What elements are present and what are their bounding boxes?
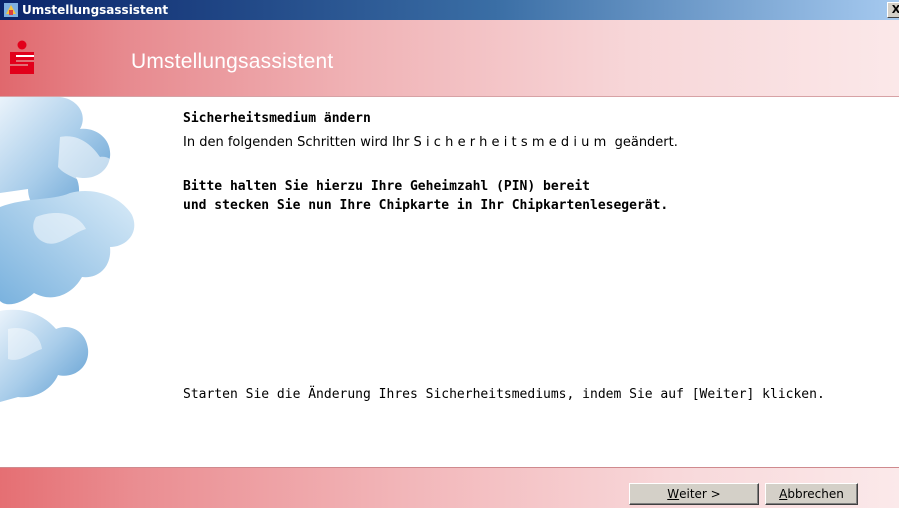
next-label: eiter > [679,487,721,501]
wizard-header: Umstellungsassistent [0,20,899,97]
intro-suffix: geändert. [610,135,678,150]
header-title: Umstellungsassistent [131,50,334,73]
section-title: Sicherheitsmedium ändern [183,111,371,126]
sparkasse-logo-icon [10,40,34,74]
section-intro: In den folgenden Schritten wird Ihr Sich… [183,135,678,150]
instruction-line-2: und stecken Sie nun Ihre Chipkarte in Ih… [183,198,669,213]
app-icon [3,2,19,18]
instruction-line-1: Bitte halten Sie hierzu Ihre Geheimzahl … [183,179,590,194]
start-hint: Starten Sie die Änderung Ihres Sicherhei… [183,387,825,402]
intro-emphasis: Sicherheitsmedium [413,135,611,150]
intro-prefix: In den folgenden Schritten wird Ihr [183,135,414,150]
next-button[interactable]: Weiter > [629,483,759,505]
next-mnemonic: W [667,487,680,501]
cancel-button[interactable]: Abbrechen [765,483,858,505]
title-bar: Umstellungsassistent X [0,0,899,20]
wizard-footer: Weiter > Abbrechen [0,467,899,508]
window-title: Umstellungsassistent [22,3,169,17]
close-button[interactable]: X [887,2,899,18]
cancel-mnemonic: A [779,487,788,501]
puzzle-graphic [0,97,135,402]
cancel-label: bbrechen [787,487,844,501]
